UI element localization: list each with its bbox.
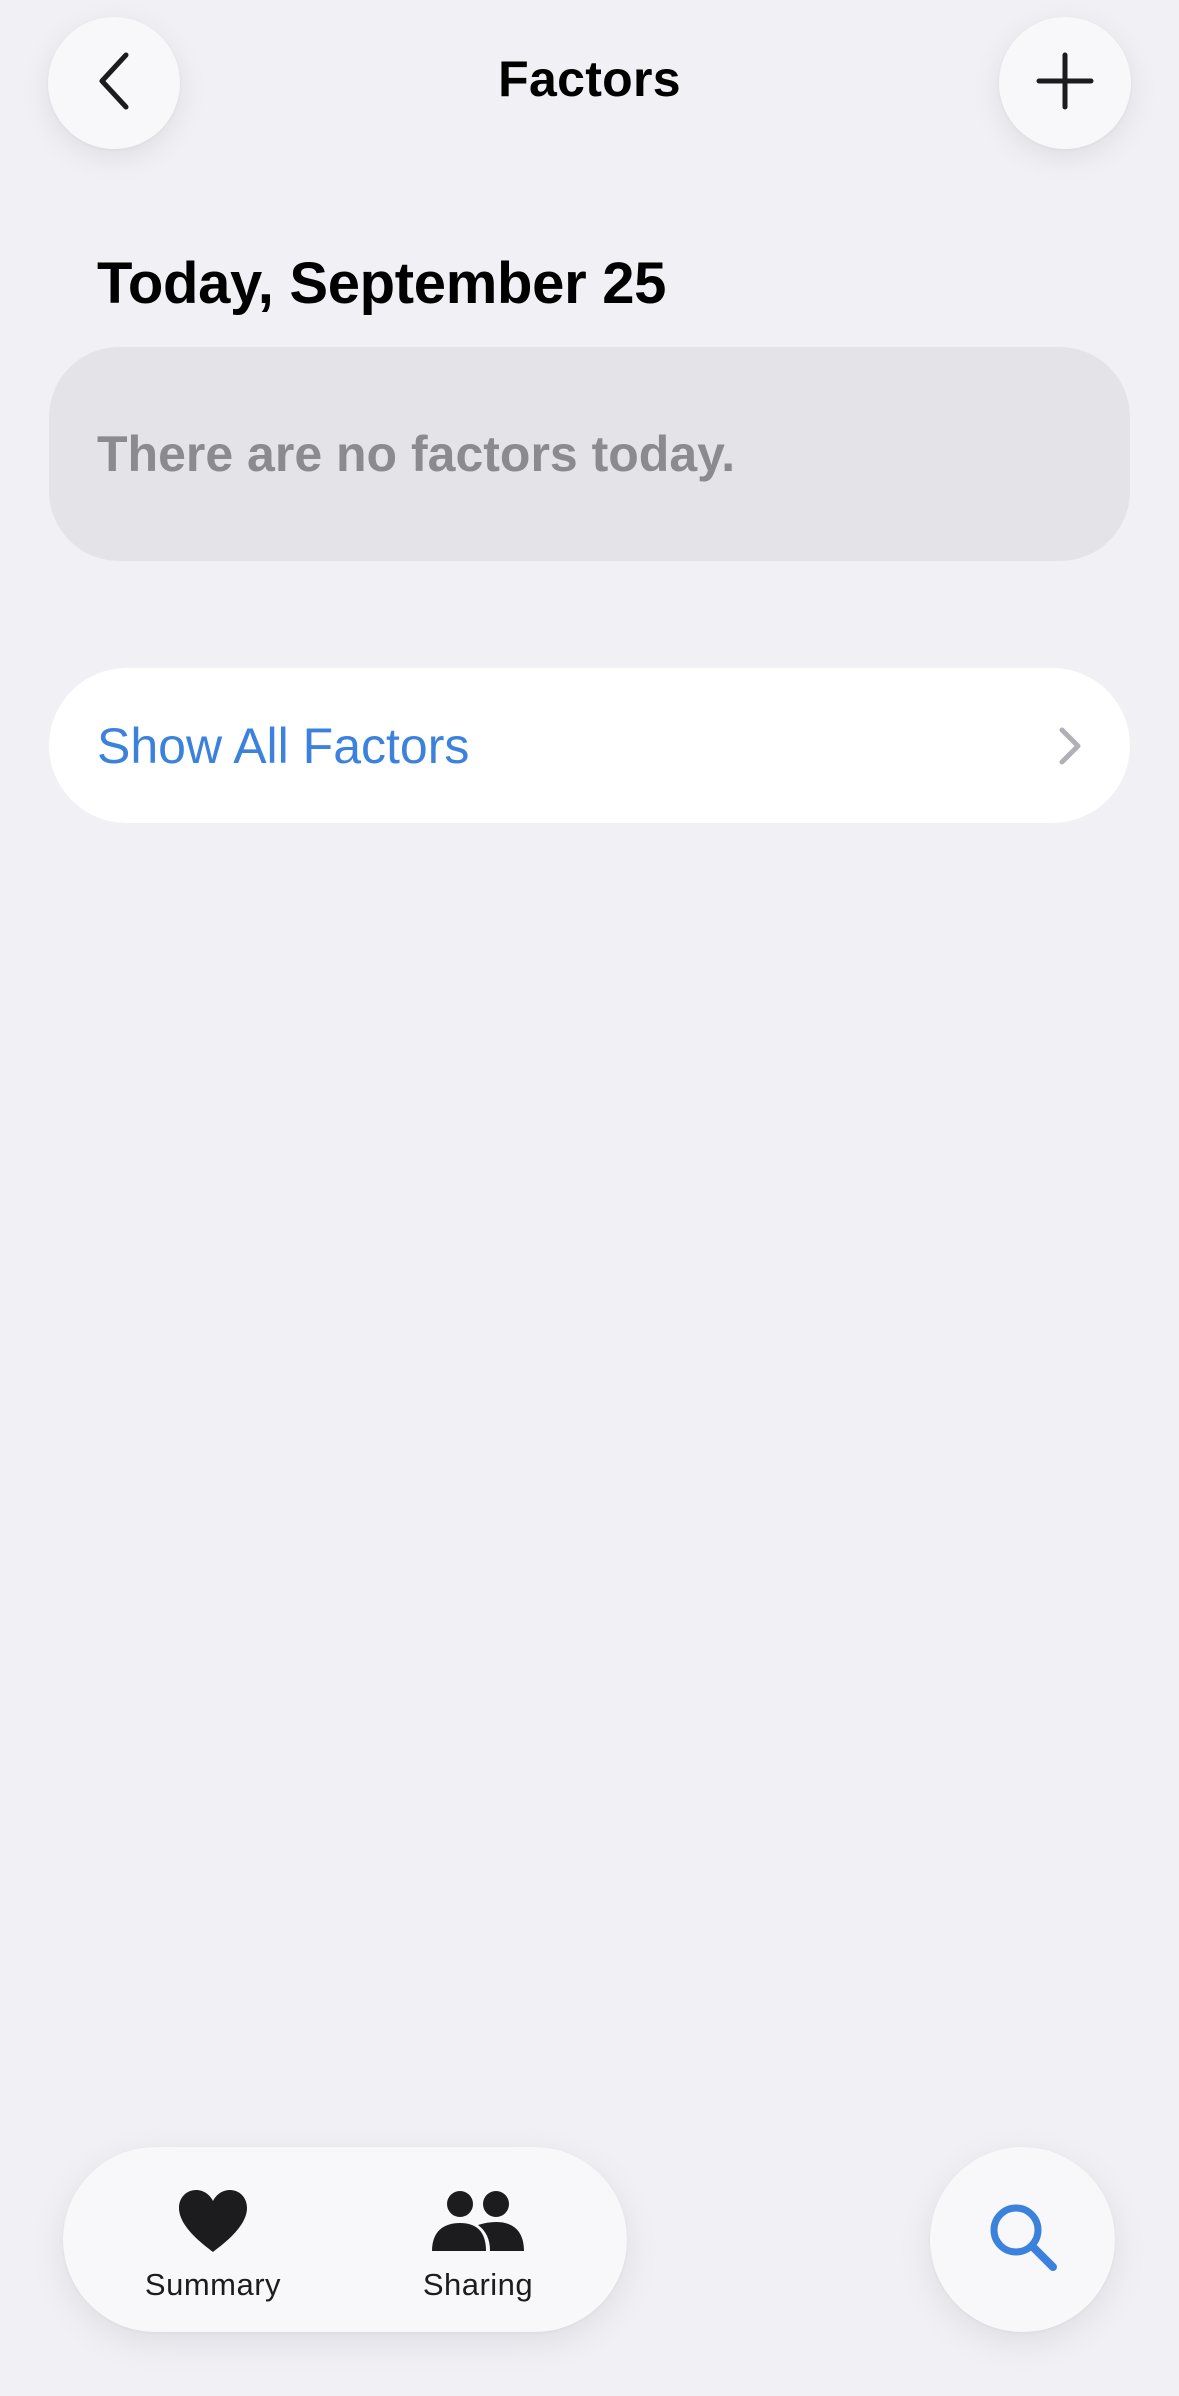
tab-sharing-label: Sharing [422,2267,534,2302]
chevron-right-icon [1056,724,1084,768]
show-all-factors-label: Show All Factors [97,717,470,774]
heart-icon [177,2185,249,2257]
show-all-factors-button[interactable]: Show All Factors [49,668,1130,823]
empty-factors-card: There are no factors today. [49,347,1130,561]
search-icon [987,2201,1059,2278]
tab-summary[interactable]: Summary [133,2147,293,2332]
empty-factors-message: There are no factors today. [97,426,736,482]
section-heading-today: Today, September 25 [97,251,667,316]
plus-icon [1035,51,1095,116]
add-factor-button[interactable] [999,17,1131,149]
tab-sharing[interactable]: Sharing [398,2147,558,2332]
tab-summary-label: Summary [144,2267,282,2302]
tab-bar: Summary Sharing [63,2147,627,2332]
people-icon [430,2185,526,2257]
search-button[interactable] [930,2147,1115,2332]
